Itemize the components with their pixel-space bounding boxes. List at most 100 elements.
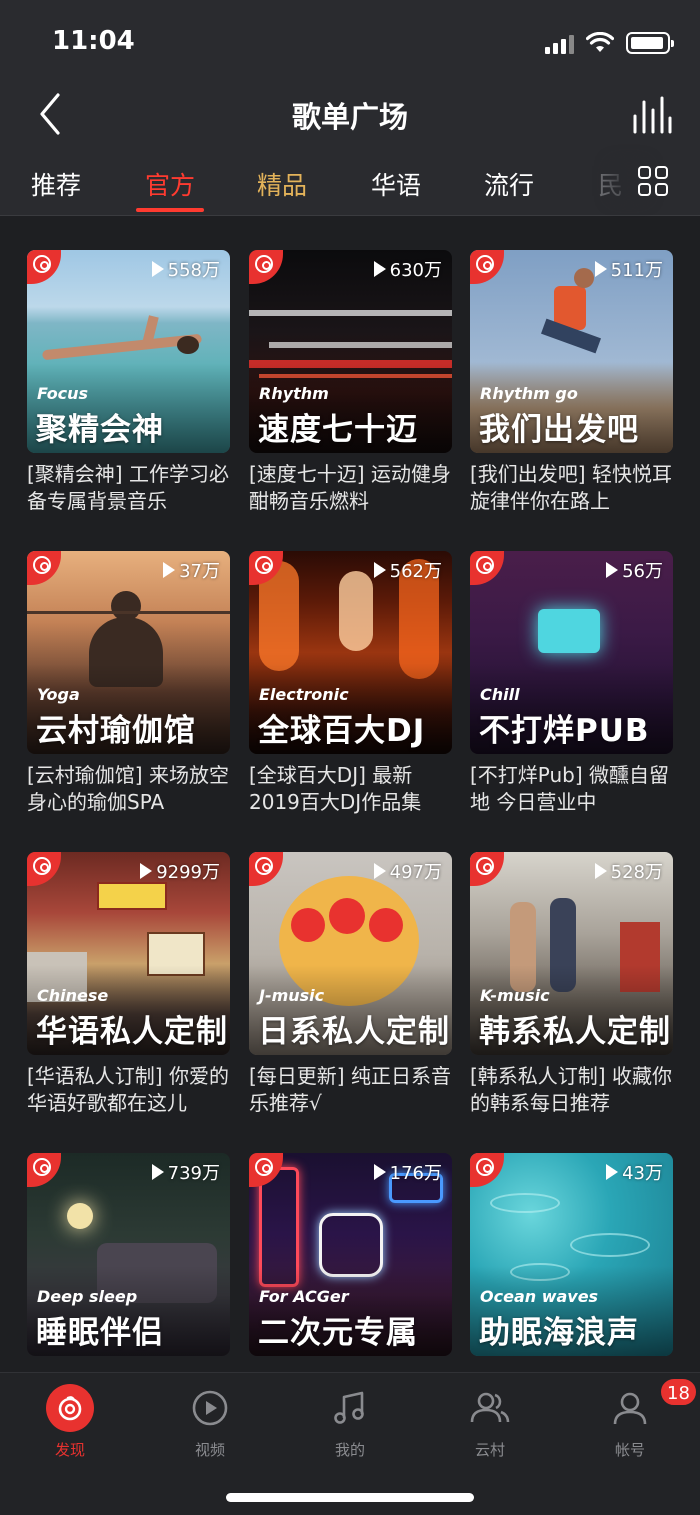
play-count: 630万 [373, 256, 442, 282]
official-badge-icon [470, 1153, 504, 1187]
nav-community[interactable]: 云村 [440, 1383, 540, 1460]
status-icons [545, 32, 674, 54]
nav-account[interactable]: 18 帐号 [580, 1377, 698, 1460]
tab-premium[interactable]: 精品 [257, 166, 307, 202]
play-icon [373, 863, 386, 879]
tab-folk[interactable]: 民 [598, 166, 623, 202]
playlist-cover: 176万 For ACGer 二次元专属 [249, 1153, 452, 1356]
playlist-tag-cn: 云村瑜伽馆 [36, 713, 196, 749]
nav-label: 帐号 [614, 1441, 645, 1459]
playlist-tag-en: Yoga [37, 685, 80, 704]
play-count: 9299万 [140, 858, 220, 884]
play-count: 562万 [373, 557, 442, 583]
nav-label: 云村 [474, 1441, 505, 1459]
playlist-cover: 739万 Deep sleep 睡眠伴侣 [27, 1153, 230, 1356]
playlist-tag-cn: 睡眠伴侣 [36, 1315, 164, 1351]
official-badge-icon [249, 250, 283, 284]
official-badge-icon [27, 551, 61, 585]
playlist-tag-cn: 助眠海浪声 [479, 1315, 639, 1351]
tab-chinese[interactable]: 华语 [371, 166, 421, 202]
nav-label: 视频 [194, 1441, 225, 1459]
play-icon [140, 863, 153, 879]
category-tabs: 推荐 官方 精品 华语 流行 民 [0, 146, 700, 216]
page-title: 歌单广场 [291, 100, 408, 134]
playlist-tag-cn: 韩系私人定制 [479, 1014, 671, 1050]
playlist-description: [不打烊Pub] 微醺自留地 今日营业中 [470, 763, 670, 814]
playlist-tag-cn: 日系私人定制 [258, 1014, 450, 1050]
playlist-tag-en: Ocean waves [480, 1287, 599, 1306]
play-count: 43万 [606, 1159, 663, 1185]
play-count: 511万 [594, 256, 663, 282]
playlist-description: [每日更新] 纯正日系音乐推荐√ [249, 1064, 451, 1115]
discover-icon [46, 1384, 94, 1432]
play-count: 37万 [163, 557, 220, 583]
playlist-cover: 630万 Rhythm 速度七十迈 [249, 250, 452, 453]
playlist-card[interactable]: 176万 For ACGer 二次元专属 [249, 1153, 452, 1356]
playlist-tag-cn: 我们出发吧 [479, 412, 639, 448]
nav-mine[interactable]: 我的 [300, 1383, 400, 1460]
play-count: 528万 [594, 858, 663, 884]
nav-label: 发现 [54, 1441, 85, 1459]
playlist-tag-en: Rhythm [259, 384, 329, 403]
playlist-description: [速度七十迈] 运动健身酣畅音乐燃料 [249, 462, 451, 513]
playlist-tag-en: Chill [480, 685, 520, 704]
official-badge-icon [470, 551, 504, 585]
status-time: 11:04 [52, 26, 135, 56]
playlist-tag-cn: 华语私人定制 [36, 1014, 228, 1050]
video-icon [192, 1390, 228, 1426]
playlist-card[interactable]: 511万 Rhythm go 我们出发吧 [我们出发吧] 轻快悦耳旋律伴你在路上 [470, 250, 673, 517]
playlist-card[interactable]: 37万 Yoga 云村瑜伽馆 [云村瑜伽馆] 来场放空身心的瑜伽SPA [27, 551, 230, 818]
playlist-cover: 56万 Chill 不打烊PUB [470, 551, 673, 754]
playlist-card[interactable]: 43万 Ocean waves 助眠海浪声 [470, 1153, 673, 1356]
playlist-cover: 43万 Ocean waves 助眠海浪声 [470, 1153, 673, 1356]
playlist-card[interactable]: 9299万 Chinese 华语私人定制 [华语私人订制] 你爱的华语好歌都在这… [27, 852, 230, 1119]
play-icon [594, 261, 607, 277]
play-icon [373, 562, 386, 578]
notification-badge: 18 [659, 1377, 698, 1407]
playlist-cover: 9299万 Chinese 华语私人定制 [27, 852, 230, 1055]
nav-discover[interactable]: 发现 [20, 1383, 120, 1460]
official-badge-icon [27, 250, 61, 284]
tab-pop[interactable]: 流行 [484, 166, 534, 202]
account-icon [613, 1392, 647, 1425]
play-icon [163, 562, 176, 578]
home-indicator[interactable] [226, 1493, 474, 1502]
playlist-tag-en: Chinese [37, 986, 109, 1005]
playlist-card[interactable]: 630万 Rhythm 速度七十迈 [速度七十迈] 运动健身酣畅音乐燃料 [249, 250, 452, 517]
playlist-cover: 558万 Focus 聚精会神 [27, 250, 230, 453]
playlist-cover: 511万 Rhythm go 我们出发吧 [470, 250, 673, 453]
playlist-description: [我们出发吧] 轻快悦耳旋律伴你在路上 [470, 462, 672, 513]
tab-recommend[interactable]: 推荐 [31, 166, 81, 202]
play-icon [594, 863, 607, 879]
official-badge-icon [27, 852, 61, 886]
official-badge-icon [249, 852, 283, 886]
active-tab-indicator [136, 208, 204, 212]
play-icon [606, 1164, 619, 1180]
playlist-card[interactable]: 56万 Chill 不打烊PUB [不打烊Pub] 微醺自留地 今日营业中 [470, 551, 673, 818]
playlist-cover: 37万 Yoga 云村瑜伽馆 [27, 551, 230, 754]
signal-icon [545, 34, 574, 54]
tab-official[interactable]: 官方 [145, 166, 195, 202]
official-badge-icon [470, 852, 504, 886]
playlist-tag-cn: 全球百大DJ [258, 713, 426, 749]
playlist-cover: 528万 K-music 韩系私人定制 [470, 852, 673, 1055]
nav-video[interactable]: 视频 [160, 1383, 260, 1460]
playlist-card[interactable]: 558万 Focus 聚精会神 [聚精会神] 工作学习必备专属背景音乐 [27, 250, 230, 517]
playlist-card[interactable]: 497万 J-music 日系私人定制 [每日更新] 纯正日系音乐推荐√ [249, 852, 452, 1119]
play-icon [151, 1164, 164, 1180]
playlist-card[interactable]: 739万 Deep sleep 睡眠伴侣 [27, 1153, 230, 1356]
playlist-card[interactable]: 528万 K-music 韩系私人定制 [韩系私人订制] 收藏你的韩系每日推荐 [470, 852, 673, 1119]
official-badge-icon [27, 1153, 61, 1187]
wifi-icon [586, 32, 614, 52]
category-grid-button[interactable] [638, 166, 668, 196]
playlist-description: [云村瑜伽馆] 来场放空身心的瑜伽SPA [27, 763, 229, 814]
playlist-description: [韩系私人订制] 收藏你的韩系每日推荐 [470, 1064, 672, 1115]
play-count: 739万 [151, 1159, 220, 1185]
playlist-tag-en: Rhythm go [480, 384, 578, 403]
playlist-tag-cn: 二次元专属 [258, 1315, 418, 1351]
now-playing-button[interactable] [632, 96, 672, 134]
playlist-card[interactable]: 562万 Electronic 全球百大DJ [全球百大DJ] 最新2019百大… [249, 551, 452, 818]
friends-icon [470, 1392, 510, 1423]
battery-icon [626, 32, 674, 54]
playlist-tag-en: Deep sleep [37, 1287, 138, 1306]
